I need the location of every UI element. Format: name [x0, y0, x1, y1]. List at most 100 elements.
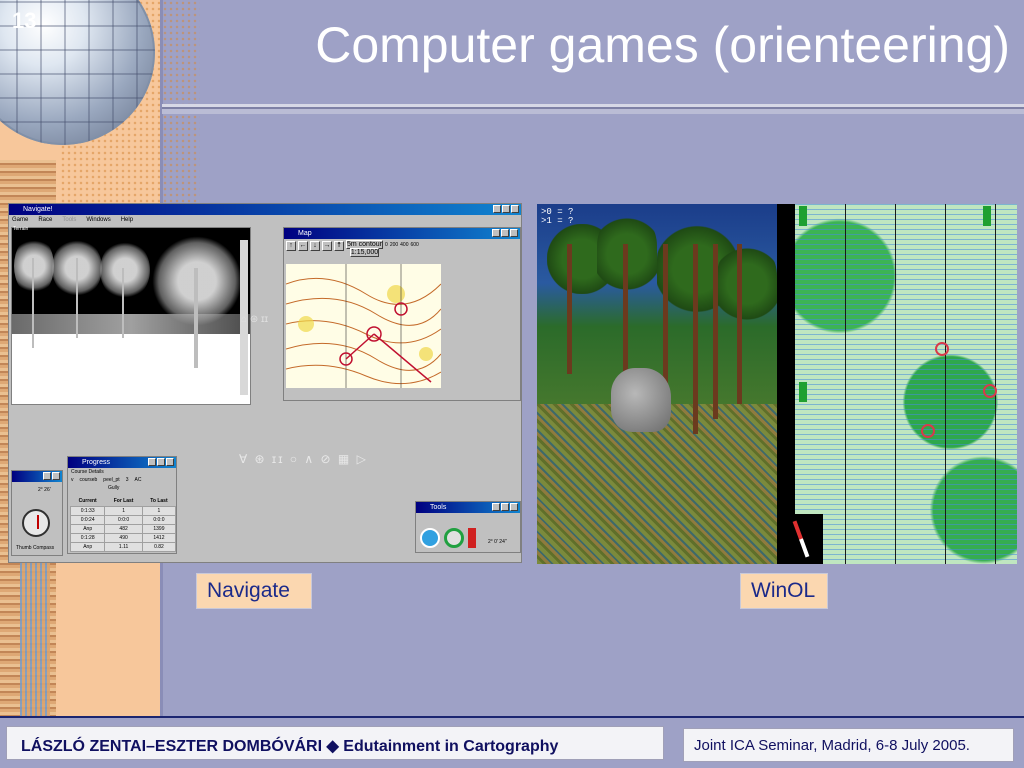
- hud-line: >1 = ?: [541, 216, 574, 226]
- window-controls: [493, 205, 519, 213]
- green-arrow-icon: [799, 206, 807, 226]
- menu-item-help: Help: [120, 217, 134, 223]
- minimize-icon: [493, 205, 501, 213]
- sight-compass-icon: [420, 528, 440, 548]
- table-row: Anp 482 1399: [69, 523, 177, 534]
- progress-table: Current For Last To Last 0:1:33 1 1 0:0:24…: [69, 497, 177, 552]
- menu-item-windows: Windows: [86, 217, 111, 223]
- table-cell: 1.11: [104, 541, 143, 552]
- tree-trunk: [32, 258, 34, 348]
- table-cell: 490: [104, 532, 143, 543]
- open-land: [298, 316, 314, 332]
- title-area: Computer games (orienteering): [162, 0, 1024, 110]
- maximize-icon: [502, 205, 510, 213]
- footer-left: LÁSZLÓ ZENTAI–ESZTER DOMBÓVÁRI ◆ Edutain…: [0, 718, 664, 768]
- close-icon: [166, 458, 174, 466]
- minimize-icon: [43, 472, 51, 480]
- window-controls: [43, 472, 60, 480]
- close-icon: [510, 229, 518, 237]
- heart-rate-bar: [468, 528, 476, 548]
- open-land: [387, 285, 405, 303]
- tree-trunk: [567, 244, 572, 374]
- progress-titlebar: Progress: [68, 457, 176, 468]
- game-hud: >0 = ? >1 = ?: [541, 208, 573, 226]
- progress-window-title: Progress: [82, 459, 111, 466]
- footer-authors: LÁSZLÓ ZENTAI–ESZTER DOMBÓVÁRI: [21, 738, 323, 755]
- control-circle: [983, 384, 997, 398]
- map-titlebar: Map: [284, 228, 520, 239]
- tree-trunk: [737, 244, 742, 404]
- compass-window: 2° 26' Thumb Compass: [11, 470, 63, 556]
- navigate-screenshot: Navigate! Game Race Tools Windows Help T…: [8, 203, 522, 563]
- tree-trunk: [122, 268, 124, 338]
- compass-dial-icon: [22, 509, 50, 537]
- walker-icon: ☨: [334, 241, 344, 251]
- footer-event: Joint ICA Seminar, Madrid, 6-8 July 2005…: [694, 737, 970, 754]
- table-cell: 1: [104, 505, 143, 516]
- navigate-window-title: Navigate!: [23, 206, 53, 213]
- symbol-glyphs: ∀ ⊛ ɪɪ ○ ∧ ⊘ ▦ ▷: [239, 452, 368, 466]
- diamond-icon: ◆: [326, 738, 339, 755]
- contour-line: [286, 277, 441, 305]
- forest-3d-view: >0 = ? >1 = ?: [537, 204, 777, 564]
- table-cell: 0:1:28: [69, 532, 106, 543]
- close-icon: [52, 472, 60, 480]
- navigate-titlebar: Navigate!: [9, 204, 521, 215]
- close-icon: [511, 205, 519, 213]
- compass-label: Thumb Compass: [16, 545, 55, 551]
- navigate-menubar: Game Race Tools Windows Help: [9, 215, 521, 225]
- compass-needle: [792, 520, 810, 558]
- view-divider: [777, 204, 795, 564]
- footer-right: Joint ICA Seminar, Madrid, 6-8 July 2005…: [683, 728, 1014, 762]
- table-cell: 482: [104, 523, 143, 534]
- arrow-left-icon: ←: [298, 241, 308, 251]
- table-cell: 1: [141, 505, 177, 516]
- course-cell: courseb: [79, 477, 98, 483]
- table-row: Anp 1.11 0.82: [69, 541, 177, 552]
- table-cell: 0:0:0: [141, 514, 177, 525]
- footer-credits: LÁSZLÓ ZENTAI–ESZTER DOMBÓVÁRI ◆ Edutain…: [21, 736, 558, 756]
- window-controls: [492, 229, 518, 237]
- orienteering-map-drawing: [286, 264, 441, 388]
- terrain-label: Terrain: [13, 226, 29, 232]
- symbol-glyphs: ⌂ ⊛ ɪɪ: [241, 314, 269, 325]
- control-circle: [935, 342, 949, 356]
- tree-trunk: [76, 258, 78, 338]
- table-cell: Anp: [69, 523, 106, 534]
- decorative-mosaic-blue: [20, 560, 50, 720]
- course-cell: v: [71, 477, 74, 483]
- green-arrow-icon: [799, 382, 807, 402]
- tools-window-title: Tools: [430, 504, 447, 511]
- minimize-icon: [492, 503, 500, 511]
- table-cell: 1399: [141, 523, 177, 534]
- tree-trunk: [693, 244, 698, 434]
- course-cell: 3: [125, 477, 129, 483]
- compass-titlebar: [12, 471, 62, 482]
- orienteering-map: [286, 264, 441, 388]
- window-controls: [148, 458, 174, 466]
- north-line: [995, 204, 996, 564]
- tree-trunk: [194, 268, 198, 368]
- scale-tick: 200: [389, 242, 399, 248]
- course-cell: AC: [134, 477, 142, 483]
- boulder: [611, 368, 671, 432]
- table-row: 0:0:24 0:0:0 0:0:0: [69, 514, 177, 525]
- course-name: Gully: [108, 485, 120, 491]
- terrain-view: [11, 227, 251, 405]
- map-window-title: Map: [298, 230, 312, 237]
- tools-coordinates: 2° 0' 24": [488, 539, 507, 545]
- scale-tick: 600: [410, 242, 419, 248]
- contour-line: [286, 364, 441, 385]
- table-cell: Anp: [69, 541, 106, 552]
- scale-text: 1:15,000: [349, 248, 380, 257]
- table-row: 0:1:28 490 1412: [69, 532, 177, 543]
- table-cell: 0:1:33: [69, 505, 106, 516]
- title-rule: [162, 104, 1024, 114]
- course-cell: peel_pt: [103, 477, 120, 483]
- slide-title: Computer games (orienteering): [315, 17, 1010, 73]
- contour-line: [286, 342, 441, 371]
- altimeter-icon: [444, 528, 464, 548]
- table-row: 0:1:33 1 1: [69, 505, 177, 516]
- caption-winol: WinOL: [740, 573, 828, 609]
- north-line: [845, 204, 846, 564]
